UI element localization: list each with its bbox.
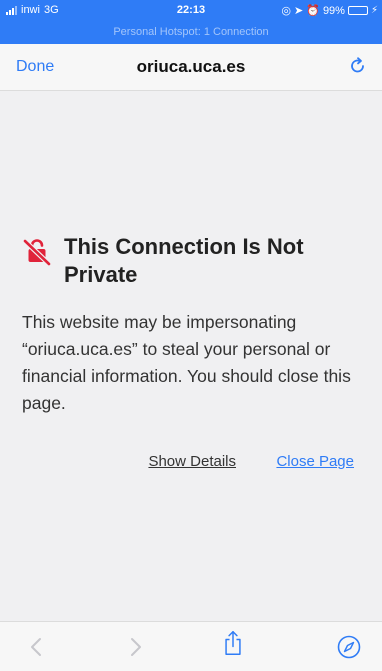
- alarm-icon: ⏰: [306, 5, 320, 17]
- warning-actions: Show Details Close Page: [0, 453, 382, 477]
- content-area: This Connection Is Not Private This webs…: [0, 91, 382, 621]
- battery-icon: [347, 6, 368, 15]
- screen: inwi 3G 22:13 ◎ ➤ ⏰ 99% ⚡ Personal Hotsp…: [0, 0, 382, 671]
- charging-icon: ⚡: [370, 5, 378, 16]
- status-bar: inwi 3G 22:13 ◎ ➤ ⏰ 99% ⚡ Personal Hotsp…: [0, 0, 382, 44]
- location-icon: ➤: [294, 5, 304, 17]
- warning-title: This Connection Is Not Private: [64, 234, 304, 287]
- orientation-lock-icon: ◎: [281, 5, 292, 17]
- show-details-link[interactable]: Show Details: [148, 453, 236, 470]
- reload-icon[interactable]: [348, 56, 368, 81]
- close-page-link[interactable]: Close Page: [276, 453, 354, 470]
- warning-message: This website may be impersonating “oriuc…: [22, 312, 351, 413]
- warning-heading: This Connection Is Not Private: [22, 233, 362, 289]
- compass-icon[interactable]: [336, 634, 362, 660]
- page-title: oriuca.uca.es: [136, 57, 246, 76]
- hotspot-banner[interactable]: Personal Hotspot: 1 Connection: [0, 26, 382, 38]
- battery-percent: 99%: [322, 4, 345, 17]
- bottom-toolbar: [0, 621, 382, 671]
- back-arrow-icon[interactable]: [24, 634, 50, 660]
- share-icon[interactable]: [220, 630, 246, 656]
- status-right: ◎ ➤ ⏰ 99% ⚡: [281, 4, 378, 18]
- nav-bar: Done oriuca.uca.es: [0, 44, 382, 91]
- forward-arrow-icon[interactable]: [122, 634, 148, 660]
- unlocked-lock-icon: [22, 238, 52, 267]
